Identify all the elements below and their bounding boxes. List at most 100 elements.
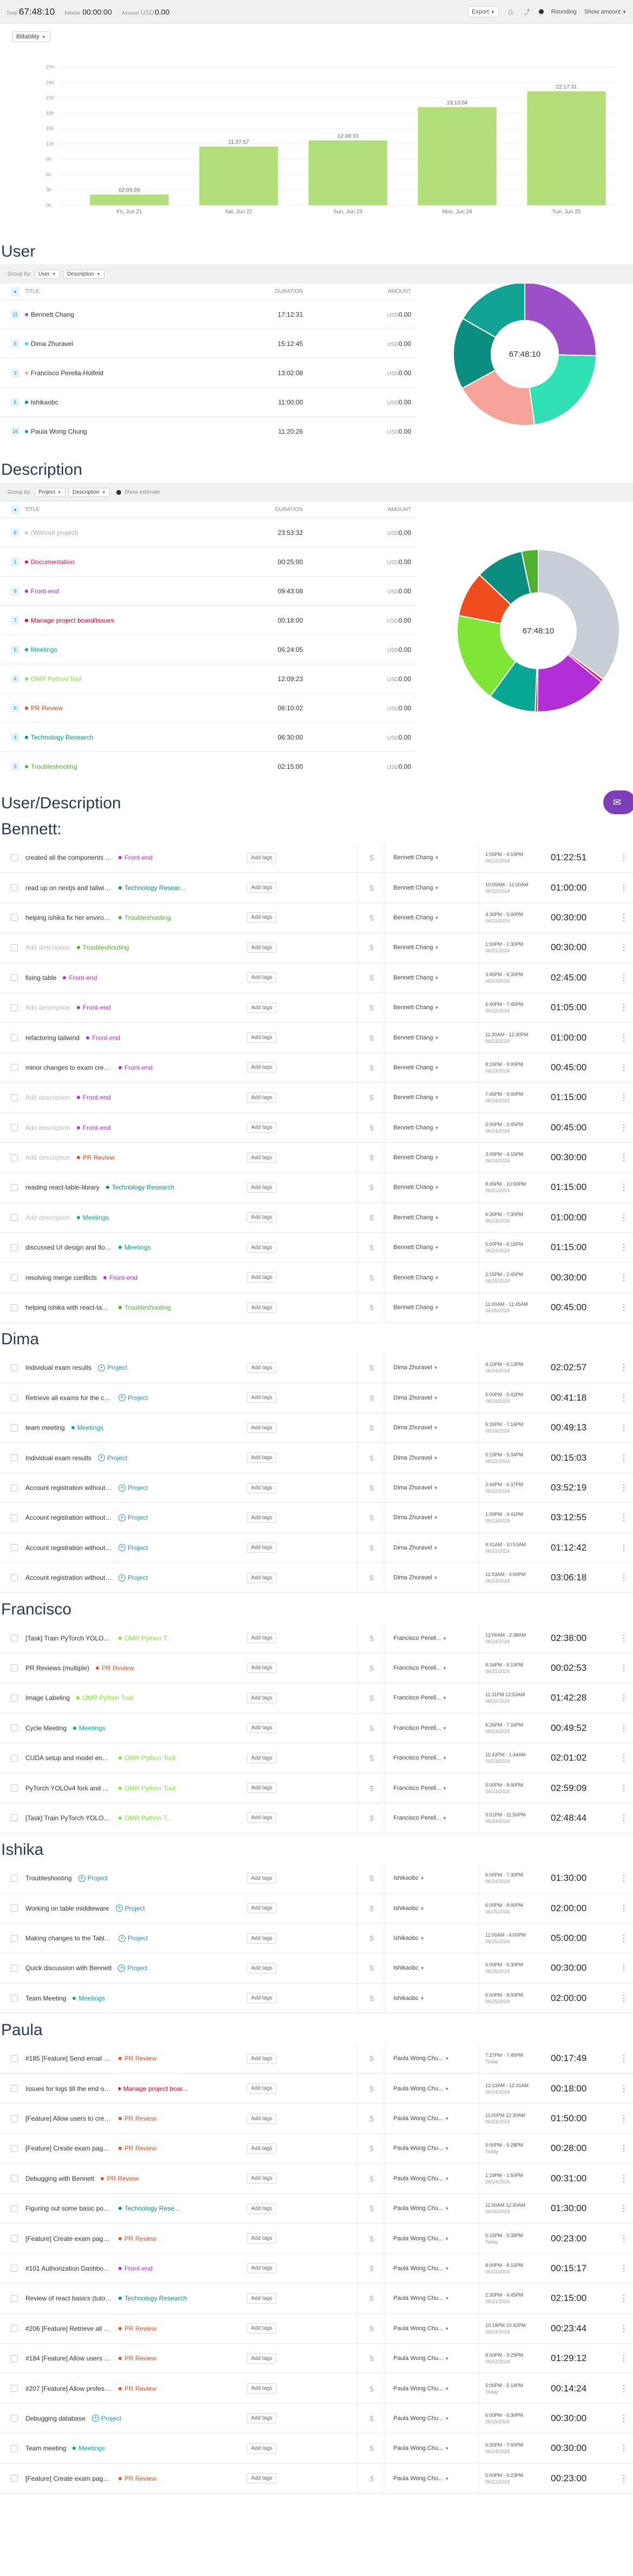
- entry-description[interactable]: Team meeting Meetings: [25, 2444, 188, 2452]
- summary-row[interactable]: 8 (Without project) 23:53:32 USD0.00: [0, 518, 417, 547]
- more-vert-icon[interactable]: ⋮: [619, 1723, 628, 1734]
- add-tags-button[interactable]: Add tags: [247, 2263, 277, 2274]
- entry-user-select[interactable]: Bennett Chang ▼: [393, 914, 439, 921]
- add-tags-button[interactable]: Add tags: [247, 1963, 277, 1973]
- add-tags-button[interactable]: Add tags: [247, 1152, 277, 1163]
- entry-description-text[interactable]: Team meeting: [25, 2444, 66, 2452]
- entry-project-name[interactable]: OMR Python T...: [124, 1634, 172, 1642]
- entry-description[interactable]: [Feature] Allow users to create accounts…: [25, 2115, 188, 2122]
- entry-description-text[interactable]: Individual exam results: [25, 1454, 91, 1462]
- entry-project[interactable]: Manage project boar...: [118, 2085, 188, 2093]
- add-tags-button[interactable]: Add tags: [247, 1993, 277, 2004]
- entry-duration[interactable]: 03:12:55: [551, 1512, 586, 1523]
- entry-description[interactable]: read up on nextjs and tailwind best prac…: [25, 884, 188, 892]
- add-tags-button[interactable]: Add tags: [247, 1062, 277, 1073]
- entry-checkbox[interactable]: [11, 2415, 18, 2422]
- add-tags-button[interactable]: Add tags: [247, 1903, 277, 1914]
- entry-project-name[interactable]: Project: [125, 1905, 145, 1912]
- entry-description-text[interactable]: reading react-table-library: [25, 1184, 100, 1191]
- entry-user-select[interactable]: Paula Wong Chu... ▼: [393, 2475, 449, 2482]
- entry-project-name[interactable]: Technology Resear...: [124, 884, 185, 892]
- billable-dollar-icon[interactable]: $: [370, 2144, 374, 2153]
- add-project-icon[interactable]: +: [118, 1394, 126, 1402]
- bar[interactable]: [199, 146, 278, 205]
- entry-project[interactable]: + Project: [91, 2415, 121, 2422]
- entry-time-range[interactable]: 5:00PM - 5:28PM Today: [485, 2142, 523, 2155]
- entry-time-range[interactable]: 9:01PM - 11:50PM 06/24/2024: [485, 1812, 525, 1825]
- add-tags-button[interactable]: Add tags: [247, 1482, 277, 1493]
- entry-description-text[interactable]: Account registration without Google OAut…: [25, 1574, 112, 1581]
- group-by-description-select[interactable]: Description ▼: [63, 269, 104, 279]
- more-vert-icon[interactable]: ⋮: [619, 2473, 628, 2484]
- entry-description-text[interactable]: Add description: [25, 1004, 70, 1011]
- add-tags-button[interactable]: Add tags: [247, 1753, 277, 1763]
- entry-description[interactable]: Working on table middleware + Project: [25, 1905, 188, 1912]
- entry-duration[interactable]: 02:00:00: [551, 1903, 586, 1914]
- entry-user-select[interactable]: Dima Zhuravel ▼: [393, 1424, 438, 1431]
- billable-dollar-icon[interactable]: $: [370, 1784, 374, 1793]
- entry-duration[interactable]: 00:18:00: [551, 2083, 586, 2094]
- entry-description-text[interactable]: discussed UI design and flow + current t…: [25, 1244, 112, 1251]
- row-count-badge[interactable]: 4: [11, 674, 19, 683]
- billable-dollar-icon[interactable]: $: [370, 943, 374, 952]
- entry-project-name[interactable]: Troubleshooting: [83, 944, 129, 951]
- entry-description[interactable]: Add description Meetings: [25, 1214, 188, 1221]
- entry-description[interactable]: #206 [Feature] Retrieve all exams from t…: [25, 2325, 188, 2332]
- entry-description[interactable]: [Feature] Create exam page #143 PR Review: [25, 2145, 188, 2152]
- more-vert-icon[interactable]: ⋮: [619, 2323, 628, 2334]
- add-tags-button[interactable]: Add tags: [247, 2443, 277, 2454]
- entry-project-name[interactable]: PR Review: [107, 2175, 139, 2182]
- entry-project-name[interactable]: PR Review: [83, 1154, 115, 1161]
- entry-time-range[interactable]: 8:45PM - 10:00PM 06/21/2024: [485, 1181, 526, 1194]
- entry-time-range[interactable]: 8:00PM - 8:15PM 06/21/2024: [485, 2262, 523, 2275]
- entry-duration[interactable]: 03:52:19: [551, 1482, 586, 1493]
- entry-checkbox[interactable]: [11, 1754, 18, 1762]
- more-vert-icon[interactable]: ⋮: [619, 1182, 628, 1193]
- entry-time-range[interactable]: 7:27PM - 7:45PM Today: [485, 2052, 523, 2065]
- entry-description-text[interactable]: refactoring tailwind: [25, 1034, 80, 1042]
- more-vert-icon[interactable]: ⋮: [619, 1212, 628, 1223]
- entry-project-name[interactable]: Project: [107, 1364, 127, 1371]
- entry-checkbox[interactable]: [11, 1214, 18, 1221]
- entry-project-name[interactable]: PR Review: [124, 2475, 156, 2482]
- entry-time-range[interactable]: 2:44PM - 6:37PM 06/22/2024: [485, 1481, 523, 1494]
- add-tags-button[interactable]: Add tags: [247, 1813, 277, 1823]
- entry-project-name[interactable]: OMR Python T...: [124, 1814, 172, 1822]
- entry-project[interactable]: OMR Python Tool: [118, 1784, 175, 1792]
- entry-time-range[interactable]: 4:10PM - 6:13PM 06/24/2024: [485, 1361, 523, 1374]
- add-project-icon[interactable]: +: [118, 1574, 126, 1581]
- group-by-project-select[interactable]: Project ▼: [34, 487, 65, 497]
- summary-row[interactable]: 7 Manage project board/issues 00:18:00 USD0…: [0, 606, 417, 635]
- entry-duration[interactable]: 02:48:44: [551, 1813, 586, 1823]
- entry-project[interactable]: Front-end: [118, 2265, 153, 2272]
- more-vert-icon[interactable]: ⋮: [619, 1633, 628, 1644]
- more-vert-icon[interactable]: ⋮: [619, 1062, 628, 1073]
- entry-project[interactable]: Meetings: [118, 1244, 151, 1251]
- entry-user-select[interactable]: Francisco Perell... ▼: [393, 1725, 447, 1731]
- entry-project-name[interactable]: Meetings: [83, 1214, 109, 1221]
- rounding-toggle-icon[interactable]: [538, 9, 544, 14]
- add-tags-button[interactable]: Add tags: [247, 972, 277, 983]
- entry-description-text[interactable]: resolving merge conflicts: [25, 1274, 97, 1282]
- entry-project-name[interactable]: Project: [127, 1964, 147, 1972]
- add-tags-button[interactable]: Add tags: [247, 2233, 277, 2244]
- bar[interactable]: [90, 194, 169, 205]
- entry-user-select[interactable]: Paula Wong Chu... ▼: [393, 2265, 449, 2272]
- entry-project-name[interactable]: PR Review: [124, 2385, 156, 2392]
- billable-dollar-icon[interactable]: $: [370, 1363, 374, 1372]
- entry-project[interactable]: Troubleshooting: [118, 914, 171, 921]
- add-tags-button[interactable]: Add tags: [247, 2323, 277, 2334]
- entry-duration[interactable]: 00:30:00: [551, 1152, 586, 1163]
- entry-project-name[interactable]: Technology Research: [124, 2294, 187, 2302]
- add-tags-button[interactable]: Add tags: [247, 1362, 277, 1373]
- entry-duration[interactable]: 02:15:00: [551, 2293, 586, 2304]
- entry-project-name[interactable]: PR Review: [124, 2115, 156, 2122]
- entry-project-name[interactable]: Project: [128, 1394, 148, 1402]
- add-tags-button[interactable]: Add tags: [247, 1032, 277, 1043]
- entry-description-text[interactable]: [Feature] Create exam page #143: [25, 2145, 112, 2152]
- add-tags-button[interactable]: Add tags: [247, 1933, 277, 1944]
- billable-dollar-icon[interactable]: $: [370, 2084, 374, 2093]
- entry-description[interactable]: Add description PR Review: [25, 1154, 188, 1161]
- entry-description-text[interactable]: #185 [Feature] Send email confirmation a…: [25, 2055, 112, 2062]
- share-icon[interactable]: ⤴: [523, 8, 531, 16]
